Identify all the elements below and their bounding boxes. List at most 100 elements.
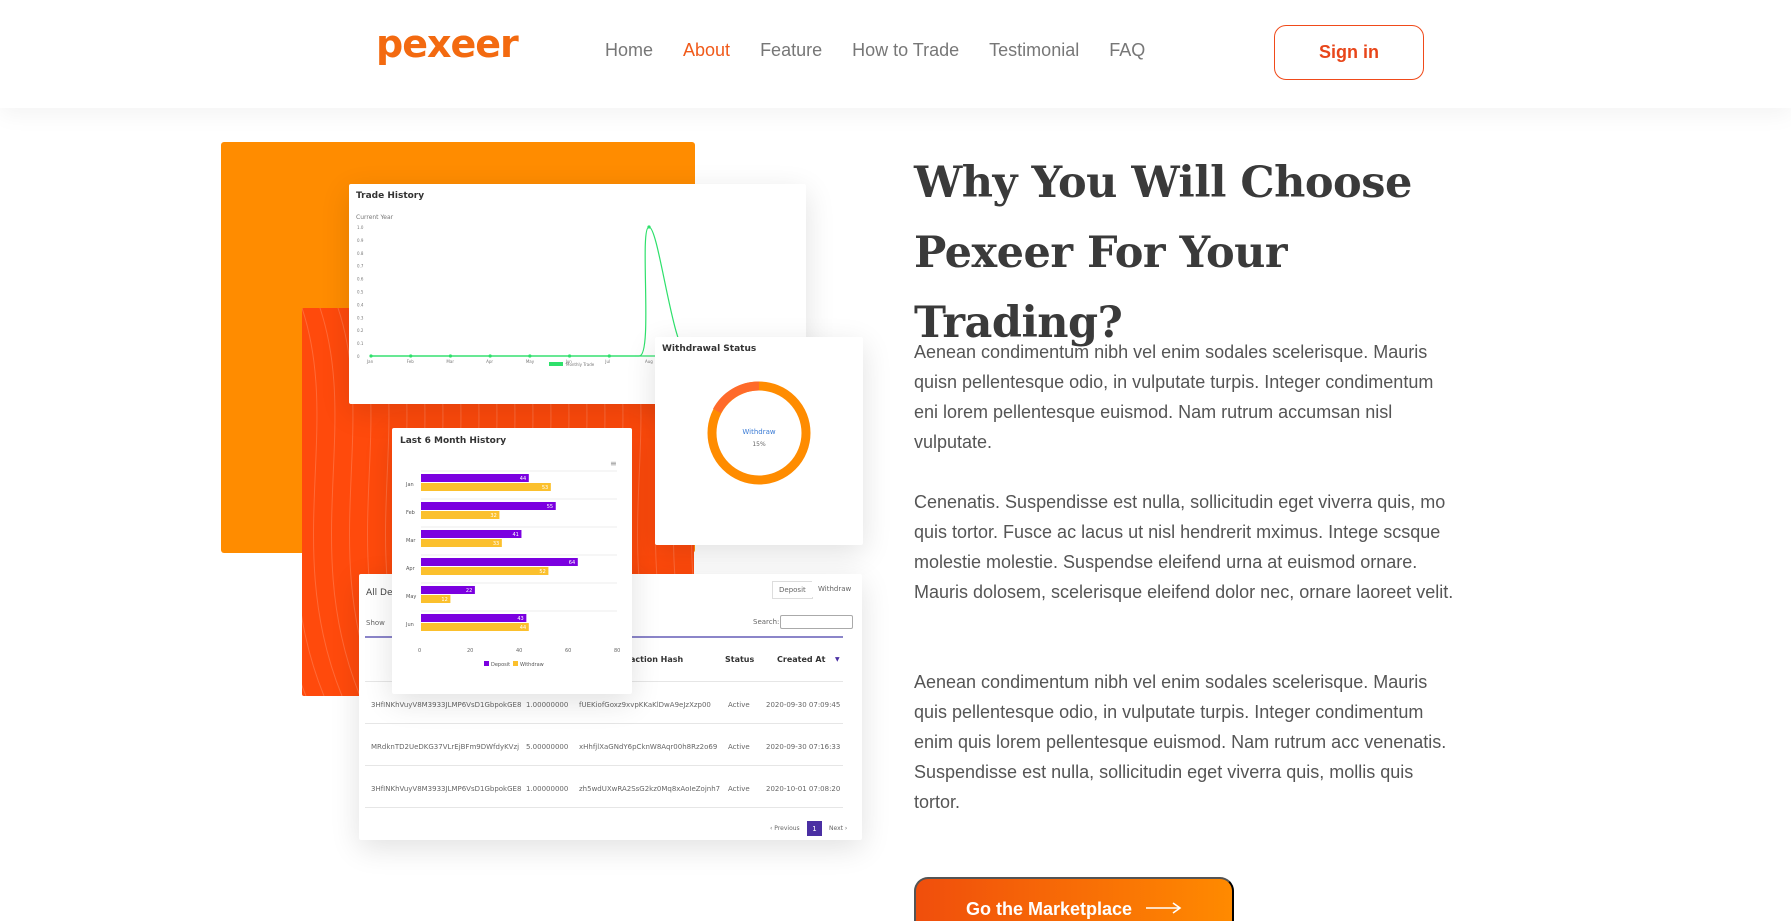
bar-withdraw xyxy=(421,567,549,575)
nav-testimonial[interactable]: Testimonial xyxy=(989,40,1079,61)
dashboard-illustration: Trade History Current Year 1.0 0.9 0.8 0.7 0… xyxy=(0,108,900,921)
data-point xyxy=(369,354,373,358)
wave-line xyxy=(302,308,343,696)
x-tick-label: May xyxy=(526,359,535,364)
sort-icon[interactable]: ▼ xyxy=(835,656,840,663)
data-point xyxy=(488,354,492,358)
bar-value-label: 44 xyxy=(520,625,526,631)
show-label: Show xyxy=(366,619,385,627)
y-tick-label: 0.4 xyxy=(357,302,364,307)
pexeer-logo[interactable]: pexeer xyxy=(376,22,519,66)
x-tick-label: Jan xyxy=(366,359,374,364)
bar-value-label: 64 xyxy=(569,560,575,566)
data-point xyxy=(607,354,611,358)
bar-withdraw xyxy=(421,539,502,547)
pagination-current[interactable]: 1 xyxy=(807,821,822,836)
y-tick-label: 0.6 xyxy=(357,277,364,282)
y-tick-label: 0.3 xyxy=(357,315,364,320)
series-line xyxy=(371,226,690,357)
row-created: 2020-09-30 07:16:33 xyxy=(766,743,841,751)
data-point xyxy=(448,354,453,358)
bar-value-label: 12 xyxy=(441,597,447,603)
category-label: Feb xyxy=(406,510,415,516)
row-amount: 5.00000000 xyxy=(526,743,569,751)
arrow-right-icon xyxy=(1146,902,1182,914)
x-tick-label: Mar xyxy=(446,359,454,364)
y-tick-label: 1.0 xyxy=(357,225,364,230)
row-hash: fUEKiofGoxz9xvpKKaKlDwA9eJzXzp00 xyxy=(579,701,711,709)
search-label: Search: xyxy=(753,618,780,626)
bar-withdraw xyxy=(421,623,529,631)
bar-deposit xyxy=(421,614,527,622)
y-tick-label: 0.8 xyxy=(357,251,364,256)
donut-center-value: 15% xyxy=(752,441,766,448)
row-address: 3HfINKhVuyV8M3933JLMP6VsD1GbpokGE8 xyxy=(371,785,522,793)
row-amount: 1.00000000 xyxy=(526,785,569,793)
y-tick-label: 0.7 xyxy=(357,264,364,269)
row-address: 3HfINKhVuyV8M3933JLMP6VsD1GbpokGE8 xyxy=(371,701,522,709)
row-hash: xHhfjlXaGNdY6pCknW8Aqr00h8Rz2o69 xyxy=(579,743,718,751)
col-created: Created At xyxy=(777,655,826,664)
all-deposits-title: All De xyxy=(366,588,393,598)
row-hash: zh5wdUXwRA2SsG2kz0Mq8xAoIeZojnh7 xyxy=(579,785,721,793)
search-input[interactable] xyxy=(780,615,853,629)
legend-withdraw-label: Withdraw xyxy=(520,662,544,668)
row-status: Active xyxy=(728,743,750,751)
nav-home[interactable]: Home xyxy=(605,40,653,61)
legend-deposit-label: Deposit xyxy=(491,662,510,668)
pagination-prev[interactable]: ‹ Previous xyxy=(770,825,800,832)
bar-deposit xyxy=(421,530,522,538)
bar-value-label: 55 xyxy=(547,504,553,510)
bar-deposit xyxy=(421,558,578,566)
tab-withdraw[interactable]: Withdraw xyxy=(812,581,858,597)
bar-withdraw xyxy=(421,483,551,491)
legend-label: Monthly Trade xyxy=(566,362,595,367)
bar-value-label: 44 xyxy=(520,476,526,482)
row-created: 2020-10-01 07:08:20 xyxy=(766,785,841,793)
col-status: Status xyxy=(725,655,755,664)
last-6-month-bar-chart: Jan 44 53 Feb 55 32 Mar 41 33 Apr 64 52 May 22 12 Jun 43… xyxy=(405,470,620,668)
donut-center-label: Withdraw xyxy=(742,428,776,436)
nav-how-to-trade[interactable]: How to Trade xyxy=(852,40,959,61)
bar-value-label: 53 xyxy=(542,485,548,491)
y-tick-label: 0.2 xyxy=(357,328,364,333)
bar-value-label: 32 xyxy=(490,513,496,519)
go-marketplace-button[interactable]: Go the Marketplace xyxy=(914,877,1234,921)
donut-segment xyxy=(713,381,760,414)
x-tick-label: 80 xyxy=(614,648,620,654)
x-tick-label: Apr xyxy=(486,359,493,364)
paragraph-1: Aenean condimentum nibh vel enim sodales… xyxy=(914,342,1434,452)
x-tick-label: 60 xyxy=(565,648,571,654)
nav-feature[interactable]: Feature xyxy=(760,40,822,61)
category-label: Jan xyxy=(405,482,414,488)
last-6-month-card: Last 6 Month History ≡ Jan 44 53 Feb 55 32 Mar… xyxy=(392,428,632,694)
col-hash: action Hash xyxy=(630,655,684,664)
bar-deposit xyxy=(421,474,529,482)
x-tick-label: Feb xyxy=(407,359,415,364)
category-label: Apr xyxy=(406,566,416,572)
y-tick-label: 0.5 xyxy=(357,290,364,295)
bar-withdraw xyxy=(421,511,500,519)
data-point xyxy=(567,354,572,358)
site-header: pexeer Home About Feature How to Trade T… xyxy=(0,0,1791,108)
nav-faq[interactable]: FAQ xyxy=(1109,40,1145,61)
category-label: Jun xyxy=(405,622,414,628)
x-tick-label: Aug xyxy=(645,359,653,364)
y-tick-label: 0.9 xyxy=(357,238,364,243)
row-divider xyxy=(365,765,843,766)
y-tick-label: 0 xyxy=(357,354,360,359)
pagination-next[interactable]: Next › xyxy=(829,825,847,832)
sign-in-button[interactable]: Sign in xyxy=(1274,25,1424,80)
bar-deposit xyxy=(421,502,556,510)
category-label: Mar xyxy=(406,538,416,544)
data-point xyxy=(528,354,532,358)
tab-deposit[interactable]: Deposit xyxy=(772,581,813,599)
row-status: Active xyxy=(728,785,750,793)
wave-line xyxy=(302,615,325,696)
bar-value-label: 22 xyxy=(466,588,472,594)
nav-about[interactable]: About xyxy=(683,40,730,61)
category-label: May xyxy=(406,594,416,600)
legend-deposit-swatch xyxy=(484,661,489,666)
bar-value-label: 33 xyxy=(493,541,499,547)
legend-withdraw-swatch xyxy=(513,661,518,666)
